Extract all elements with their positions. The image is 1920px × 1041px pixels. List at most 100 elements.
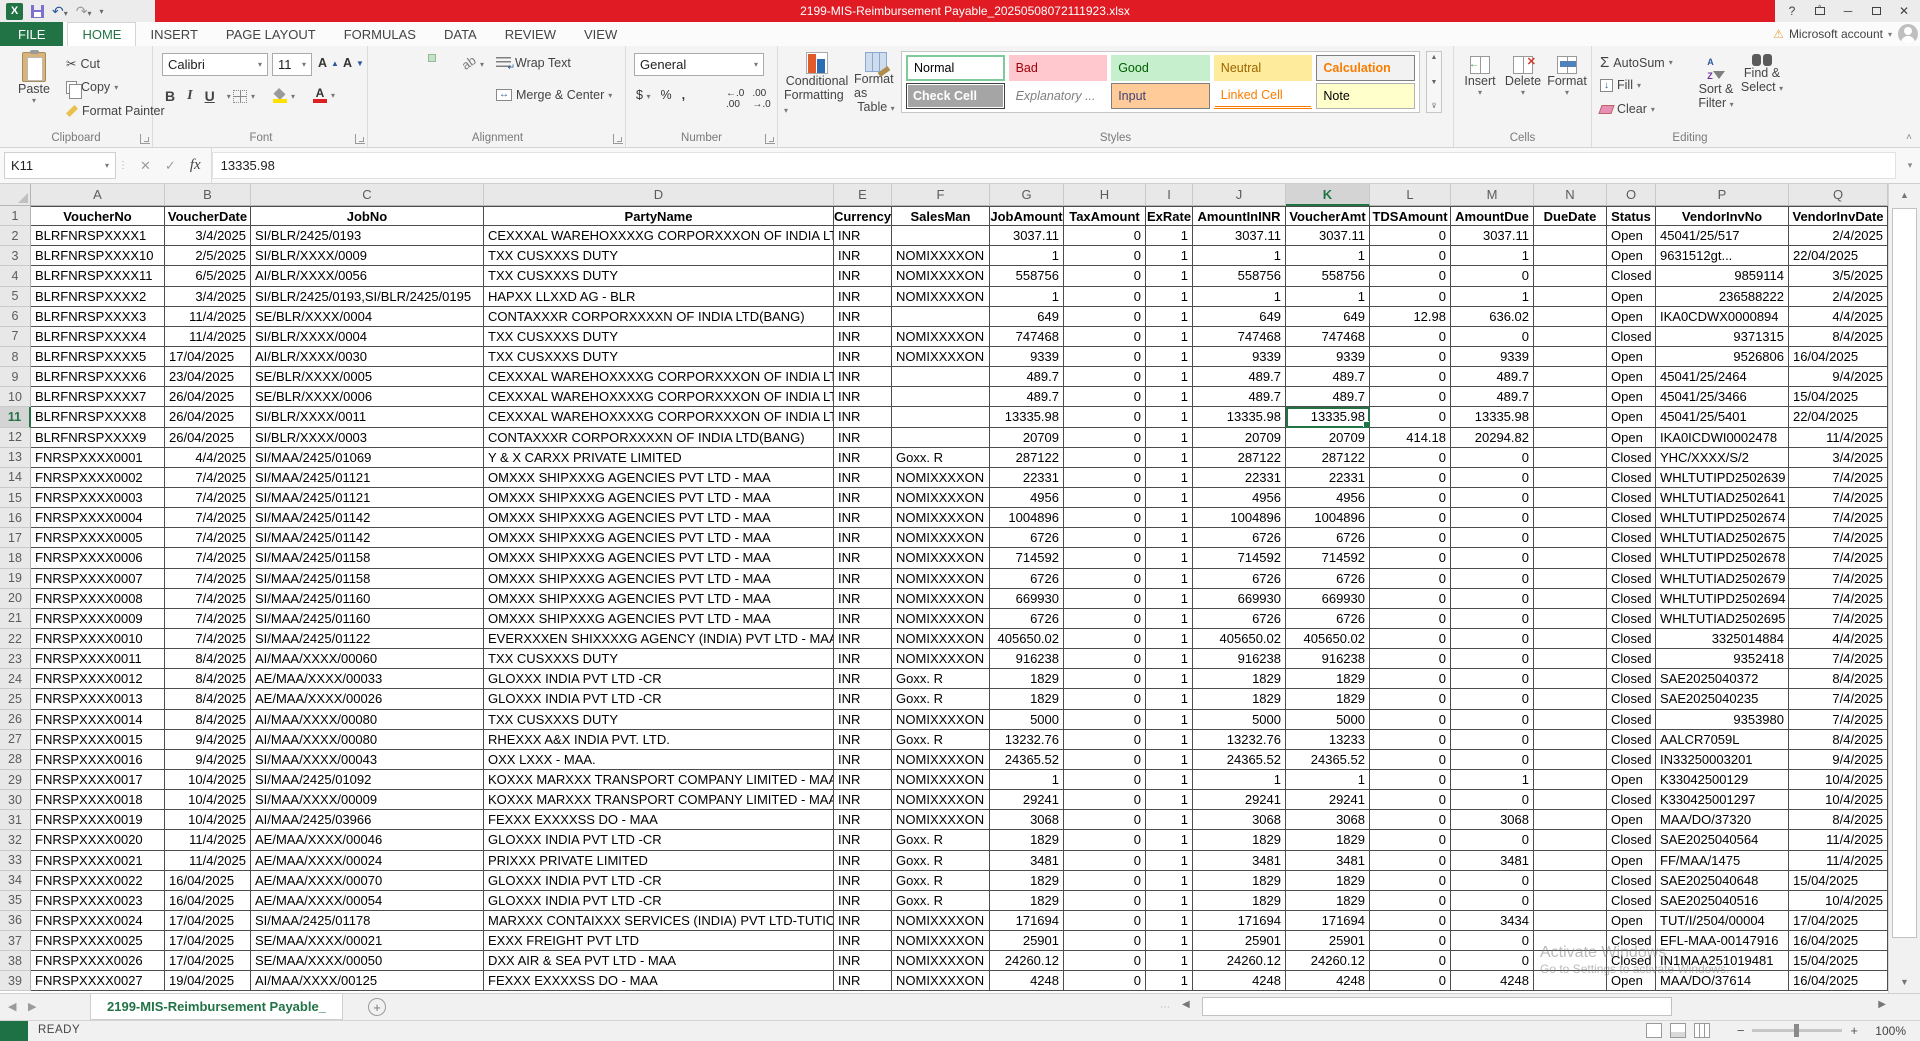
avatar[interactable] xyxy=(1898,24,1918,44)
align-center-button[interactable] xyxy=(402,86,410,94)
cell-B30[interactable]: 10/4/2025 xyxy=(165,790,251,810)
cell-N39[interactable] xyxy=(1534,971,1607,991)
cell-O38[interactable]: Closed xyxy=(1607,951,1656,971)
cell-F24[interactable]: Goxx. R xyxy=(892,669,990,689)
cell-G29[interactable]: 1 xyxy=(990,770,1064,790)
cell-D16[interactable]: OMXXX SHIPXXXG AGENCIES PVT LTD - MAA xyxy=(484,508,834,528)
cell-N16[interactable] xyxy=(1534,508,1607,528)
cell-J24[interactable]: 1829 xyxy=(1193,669,1286,689)
cell-A21[interactable]: FNRSPXXXX0009 xyxy=(31,609,165,629)
cell-O28[interactable]: Closed xyxy=(1607,750,1656,770)
cell-K34[interactable]: 1829 xyxy=(1286,871,1370,891)
cell-O17[interactable]: Closed xyxy=(1607,528,1656,548)
cell-N7[interactable] xyxy=(1534,327,1607,347)
cell-M7[interactable]: 0 xyxy=(1451,327,1534,347)
cell-Q33[interactable]: 11/4/2025 xyxy=(1789,851,1888,871)
cell-J18[interactable]: 714592 xyxy=(1193,548,1286,568)
cell-D37[interactable]: EXXX FREIGHT PVT LTD xyxy=(484,931,834,951)
cell-N21[interactable] xyxy=(1534,609,1607,629)
cell-A16[interactable]: FNRSPXXXX0004 xyxy=(31,508,165,528)
tab-view[interactable]: VIEW xyxy=(570,22,631,46)
cell-D25[interactable]: GLOXXX INDIA PVT LTD -CR xyxy=(484,689,834,709)
cell-G10[interactable]: 489.7 xyxy=(990,387,1064,407)
cell-O39[interactable]: Open xyxy=(1607,971,1656,991)
cell-K25[interactable]: 1829 xyxy=(1286,689,1370,709)
cell-B37[interactable]: 17/04/2025 xyxy=(165,931,251,951)
cell-E5[interactable]: INR xyxy=(834,287,892,307)
cell-C22[interactable]: SI/MAA/2425/01122 xyxy=(251,629,484,649)
cell-D15[interactable]: OMXXX SHIPXXXG AGENCIES PVT LTD - MAA xyxy=(484,488,834,508)
cell-J16[interactable]: 1004896 xyxy=(1193,508,1286,528)
cell-E12[interactable]: INR xyxy=(834,428,892,448)
cell-N1[interactable]: DueDate xyxy=(1534,206,1607,226)
cell-F32[interactable]: Goxx. R xyxy=(892,830,990,850)
cell-B6[interactable]: 11/4/2025 xyxy=(165,307,251,327)
column-header-A[interactable]: A xyxy=(31,184,165,206)
cell-B18[interactable]: 7/4/2025 xyxy=(165,548,251,568)
cell-G35[interactable]: 1829 xyxy=(990,891,1064,911)
cell-H8[interactable]: 0 xyxy=(1064,347,1146,367)
cell-C21[interactable]: SI/MAA/2425/01160 xyxy=(251,609,484,629)
cell-M11[interactable]: 13335.98 xyxy=(1451,407,1534,427)
cell-A20[interactable]: FNRSPXXXX0008 xyxy=(31,589,165,609)
number-dialog-launcher-icon[interactable] xyxy=(765,134,775,144)
sheet-tab-active[interactable]: 2199-MIS-Reimbursement Payable_ xyxy=(90,994,343,1020)
cell-A39[interactable]: FNRSPXXXX0027 xyxy=(31,971,165,991)
cell-F16[interactable]: NOMIXXXXON xyxy=(892,508,990,528)
cell-H1[interactable]: TaxAmount xyxy=(1064,206,1146,226)
cell-G3[interactable]: 1 xyxy=(990,246,1064,266)
cell-B34[interactable]: 16/04/2025 xyxy=(165,871,251,891)
cell-L28[interactable]: 0 xyxy=(1370,750,1451,770)
row-header-13[interactable]: 13 xyxy=(0,448,31,468)
cell-F6[interactable] xyxy=(892,307,990,327)
scroll-left-icon[interactable]: ◀ xyxy=(1182,999,1190,1010)
cell-A1[interactable]: VoucherNo xyxy=(31,206,165,226)
cell-I29[interactable]: 1 xyxy=(1146,770,1193,790)
cell-O10[interactable]: Open xyxy=(1607,387,1656,407)
cell-H23[interactable]: 0 xyxy=(1064,649,1146,669)
new-sheet-button[interactable]: + xyxy=(368,998,386,1016)
cell-G30[interactable]: 29241 xyxy=(990,790,1064,810)
cell-D7[interactable]: TXX CUSXXXS DUTY xyxy=(484,327,834,347)
cell-K37[interactable]: 25901 xyxy=(1286,931,1370,951)
shrink-font-button[interactable]: A▼ xyxy=(343,56,364,70)
cell-A29[interactable]: FNRSPXXXX0017 xyxy=(31,770,165,790)
cell-I36[interactable]: 1 xyxy=(1146,911,1193,931)
underline-dropdown-icon[interactable]: ▾ xyxy=(227,92,231,101)
cell-O2[interactable]: Open xyxy=(1607,226,1656,246)
cell-A6[interactable]: BLRFNRSPXXXX3 xyxy=(31,307,165,327)
cell-A28[interactable]: FNRSPXXXX0016 xyxy=(31,750,165,770)
cell-J23[interactable]: 916238 xyxy=(1193,649,1286,669)
cell-B39[interactable]: 19/04/2025 xyxy=(165,971,251,991)
cell-O15[interactable]: Closed xyxy=(1607,488,1656,508)
cell-P32[interactable]: SAE2025040564 xyxy=(1656,830,1789,850)
cell-M8[interactable]: 9339 xyxy=(1451,347,1534,367)
cell-H32[interactable]: 0 xyxy=(1064,830,1146,850)
cell-I8[interactable]: 1 xyxy=(1146,347,1193,367)
cell-O1[interactable]: Status xyxy=(1607,206,1656,226)
cell-I31[interactable]: 1 xyxy=(1146,810,1193,830)
row-header-37[interactable]: 37 xyxy=(0,931,31,951)
cell-L8[interactable]: 0 xyxy=(1370,347,1451,367)
cell-P33[interactable]: FF/MAA/1475 xyxy=(1656,851,1789,871)
cell-K38[interactable]: 24260.12 xyxy=(1286,951,1370,971)
cell-A14[interactable]: FNRSPXXXX0002 xyxy=(31,468,165,488)
row-header-6[interactable]: 6 xyxy=(0,307,31,327)
cell-I25[interactable]: 1 xyxy=(1146,689,1193,709)
cell-P22[interactable]: 3325014884 xyxy=(1656,629,1789,649)
cell-I9[interactable]: 1 xyxy=(1146,367,1193,387)
cell-A4[interactable]: BLRFNRSPXXXX11 xyxy=(31,266,165,286)
cell-D19[interactable]: OMXXX SHIPXXXG AGENCIES PVT LTD - MAA xyxy=(484,569,834,589)
cell-H33[interactable]: 0 xyxy=(1064,851,1146,871)
cell-B13[interactable]: 4/4/2025 xyxy=(165,448,251,468)
cell-G25[interactable]: 1829 xyxy=(990,689,1064,709)
cell-A12[interactable]: BLRFNRSPXXXX9 xyxy=(31,428,165,448)
cell-O8[interactable]: Open xyxy=(1607,347,1656,367)
cell-J36[interactable]: 171694 xyxy=(1193,911,1286,931)
cell-M2[interactable]: 3037.11 xyxy=(1451,226,1534,246)
cell-M20[interactable]: 0 xyxy=(1451,589,1534,609)
cell-D18[interactable]: OMXXX SHIPXXXG AGENCIES PVT LTD - MAA xyxy=(484,548,834,568)
cell-G36[interactable]: 171694 xyxy=(990,911,1064,931)
cell-B12[interactable]: 26/04/2025 xyxy=(165,428,251,448)
cell-L34[interactable]: 0 xyxy=(1370,871,1451,891)
